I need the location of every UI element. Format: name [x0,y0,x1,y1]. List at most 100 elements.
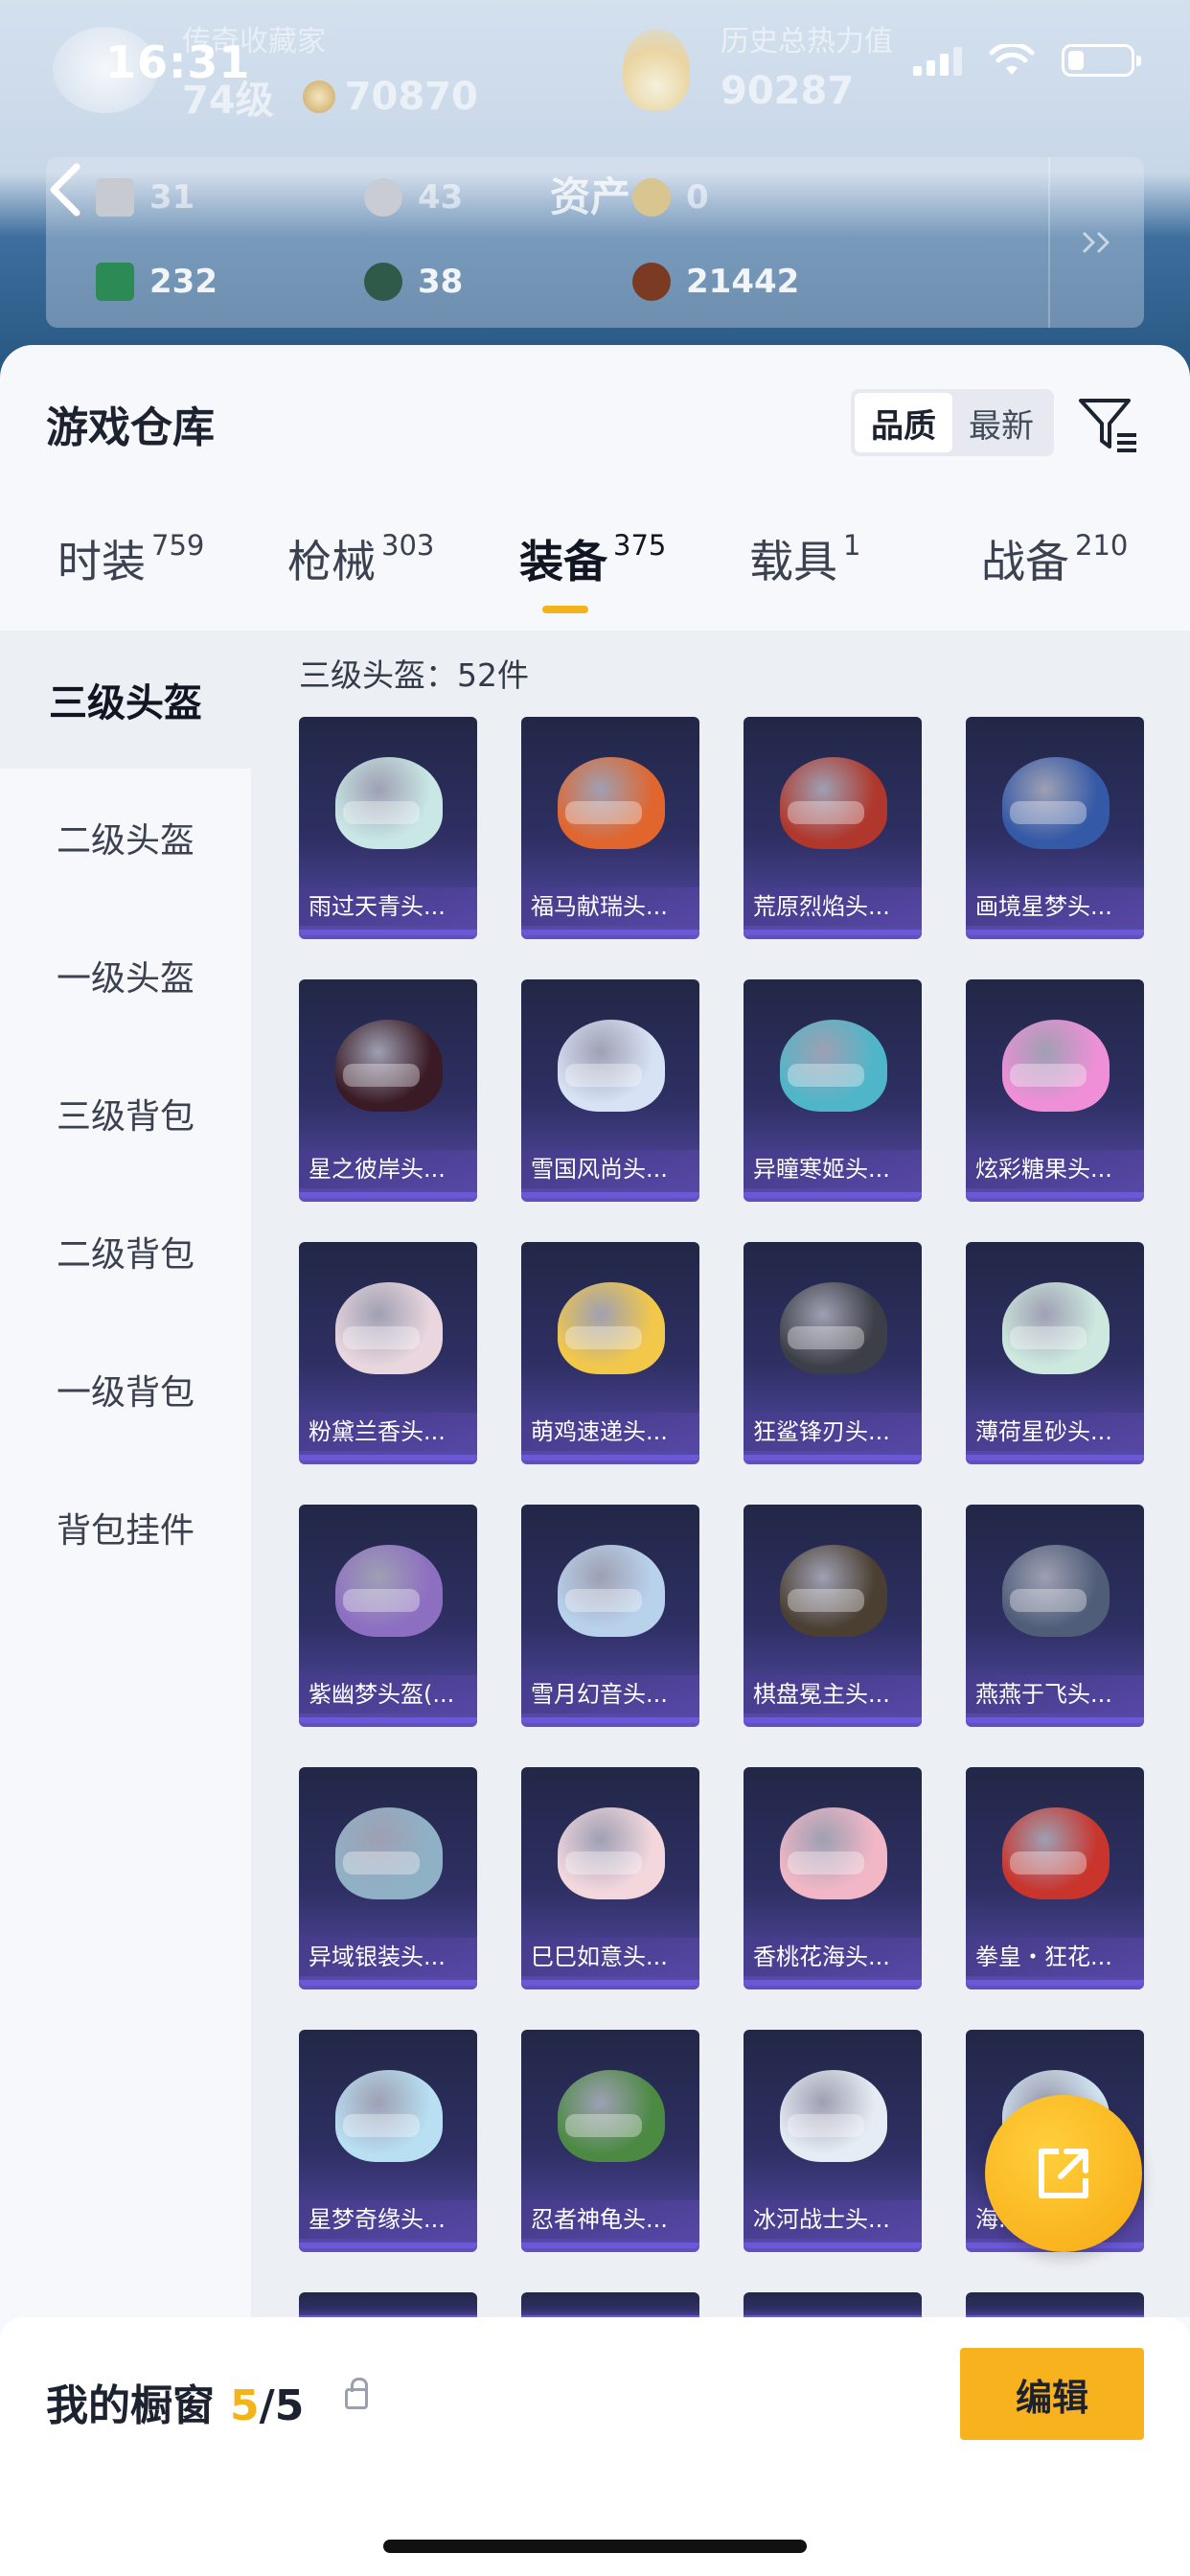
sidebar-item-backpack-charm[interactable]: 背包挂件 [0,1459,251,1597]
showcase-bar: 我的橱窗 5 /5 编辑 [0,2317,1190,2576]
sort-newest-option[interactable]: 最新 [952,393,1050,452]
hot-value-block: 历史总热力值 90287 [721,17,893,113]
item-card[interactable]: 异域银装头... [299,1767,477,1986]
helmet-visor [343,801,420,824]
tab-weapons[interactable]: 枪械 303 [287,527,434,590]
tab-count: 1 [843,529,861,562]
helmet-visor [343,1064,420,1087]
card-icon [96,178,134,217]
helmet-visor [1010,1589,1087,1612]
profile-coins: 70870 [344,75,478,119]
asset-bronze-item: 21442 [632,263,799,301]
item-label: 画境星梦头... [966,887,1144,926]
showcase-label: 我的橱窗 5 /5 [46,2371,304,2432]
tab-label: 枪械 [287,536,376,587]
item-card[interactable]: 粉黛兰香头... [299,1242,477,1460]
flame-icon [623,29,690,110]
tab-label: 装备 [519,536,607,587]
item-card[interactable]: 冰河战士头... [744,2030,922,2248]
helmet-visor [788,1326,864,1349]
item-card[interactable]: 巳巳如意头... [521,1767,699,1986]
asset-value: 232 [149,263,217,301]
sort-toggle: 品质 最新 [851,389,1054,456]
item-card[interactable]: 紫幽梦头盔(... [299,1505,477,1723]
tab-count: 375 [613,529,667,562]
asset-value: 21442 [686,263,800,301]
item-card[interactable]: 棋盘冕主头... [744,1505,922,1723]
item-label: 星梦奇缘头... [299,2200,477,2239]
grid-title: 三级头盔：52件 [299,656,529,694]
battery-icon [1062,44,1141,77]
helmet-visor [565,1852,642,1874]
tab-fashion[interactable]: 时装 759 [57,527,204,590]
sidebar-item-level2-backpack[interactable]: 二级背包 [0,1183,251,1321]
filter-icon[interactable] [1075,391,1142,458]
tab-gear[interactable]: 战备 210 [981,527,1128,590]
item-card[interactable]: 异瞳寒姬头... [744,979,922,1198]
item-card[interactable]: 星之彼岸头... [299,979,477,1198]
asset-value: 38 [418,263,464,301]
item-card[interactable]: 香桃花海头... [744,1767,922,1986]
item-label: 燕燕于飞头... [966,1675,1144,1714]
tab-label: 时装 [57,536,146,587]
item-card[interactable]: 雪月幻音头... [521,1505,699,1723]
green-coin-icon [364,263,402,301]
green-card-icon [96,263,134,301]
lock-icon [345,2378,368,2409]
showcase-count: 5 [230,2381,260,2430]
helmet-visor [343,1589,420,1612]
tab-equipment[interactable]: 装备 375 [519,527,666,590]
item-card[interactable]: 炫彩糖果头... [966,979,1144,1198]
asset-card-item: 31 [96,178,195,217]
tab-label: 载具 [749,536,837,587]
subcategory-sidebar: 三级头盔 二级头盔 一级头盔 三级背包 二级背包 一级背包 背包挂件 [0,631,251,2317]
helmet-visor [1010,801,1087,824]
item-label: 雨过天青头... [299,887,477,926]
item-card[interactable]: 雪国风尚头... [521,979,699,1198]
sidebar-item-level1-backpack[interactable]: 一级背包 [0,1321,251,1459]
sidebar-item-level1-helmet[interactable]: 一级头盔 [0,907,251,1045]
item-label: 荒原烈焰头... [744,887,922,926]
asset-gold-item: 0 [632,178,709,217]
helmet-visor [1010,1064,1087,1087]
item-card[interactable]: 星梦奇缘头... [299,2030,477,2248]
hot-value: 90287 [721,69,855,113]
active-tab-indicator [542,606,588,613]
item-card[interactable]: 雨过天青头... [299,717,477,935]
sidebar-item-level3-helmet[interactable]: 三级头盔 [0,631,251,769]
edit-button[interactable]: 编辑 [960,2348,1144,2440]
asset-value: 0 [686,178,709,217]
share-button[interactable] [985,2095,1142,2252]
category-tabs: 时装 759 枪械 303 装备 375 载具 1 战备 210 [0,527,1190,623]
warehouse-sheet: 游戏仓库 品质 最新 时装 759 枪械 303 装备 375 载具 1 战备 … [0,345,1190,2576]
item-card[interactable]: 忍者神龟头... [521,2030,699,2248]
item-card[interactable]: 拳皇・狂花... [966,1767,1144,1986]
item-card[interactable]: 福马献瑞头... [521,717,699,935]
item-label: 萌鸡速递头... [521,1413,699,1451]
tab-vehicles[interactable]: 载具 1 [749,527,860,590]
item-card[interactable]: 荒原烈焰头... [744,717,922,935]
sort-quality-option[interactable]: 品质 [855,393,952,452]
sidebar-item-level2-helmet[interactable]: 二级头盔 [0,769,251,907]
item-card[interactable]: 画境星梦头... [966,717,1144,935]
item-card[interactable]: 狂鲨锋刃头... [744,1242,922,1460]
bronze-coin-icon [632,263,671,301]
helmet-visor [565,1589,642,1612]
item-card[interactable]: 萌鸡速递头... [521,1242,699,1460]
helmet-visor [343,2114,420,2137]
item-label: 福马献瑞头... [521,887,699,926]
item-label: 冰河战士头... [744,2200,922,2239]
assets-more-button[interactable] [1048,157,1144,328]
sidebar-item-level3-backpack[interactable]: 三级背包 [0,1045,251,1183]
cellular-signal-icon [913,45,962,76]
item-card[interactable]: 燕燕于飞头... [966,1505,1144,1723]
share-icon [1039,2149,1088,2198]
back-arrow-icon[interactable] [46,161,84,218]
wifi-icon [989,44,1035,75]
asset-silver-item: 43 [364,178,463,217]
item-label: 棋盘冕主头... [744,1675,922,1714]
item-card[interactable]: 薄荷星砂头... [966,1242,1144,1460]
asset-value: 43 [418,178,464,217]
coin-icon [302,80,335,113]
item-label: 巳巳如意头... [521,1938,699,1976]
